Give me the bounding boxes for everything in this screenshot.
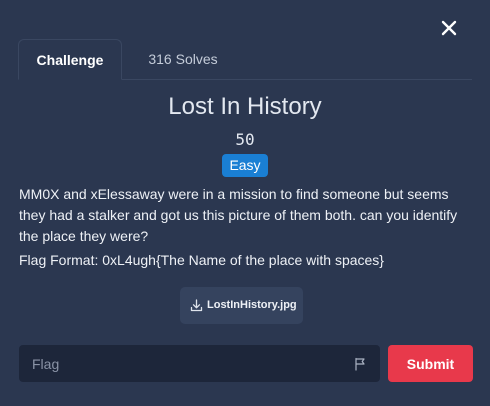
submit-button[interactable]: Submit	[388, 345, 473, 382]
close-button[interactable]	[438, 17, 460, 39]
file-download-button[interactable]: LostInHistory.jpg	[180, 287, 303, 324]
challenge-description: MM0X and xElessaway were in a mission to…	[19, 186, 458, 244]
close-icon	[441, 20, 457, 36]
download-icon	[190, 299, 203, 312]
flag-format-text: Flag Format: 0xL4ugh{The Name of the pla…	[19, 252, 384, 268]
tab-bar: Challenge 316 Solves	[18, 39, 472, 80]
tab-solves[interactable]: 316 Solves	[131, 39, 235, 79]
flag-icon	[355, 357, 365, 371]
difficulty-badge: Easy	[222, 154, 268, 177]
challenge-points: 50	[235, 130, 255, 149]
challenge-title: Lost In History	[168, 93, 322, 120]
tab-challenge[interactable]: Challenge	[18, 39, 122, 80]
file-name: LostInHistory.jpg	[207, 299, 297, 311]
flag-field	[19, 345, 380, 382]
flag-input[interactable]	[19, 345, 349, 382]
